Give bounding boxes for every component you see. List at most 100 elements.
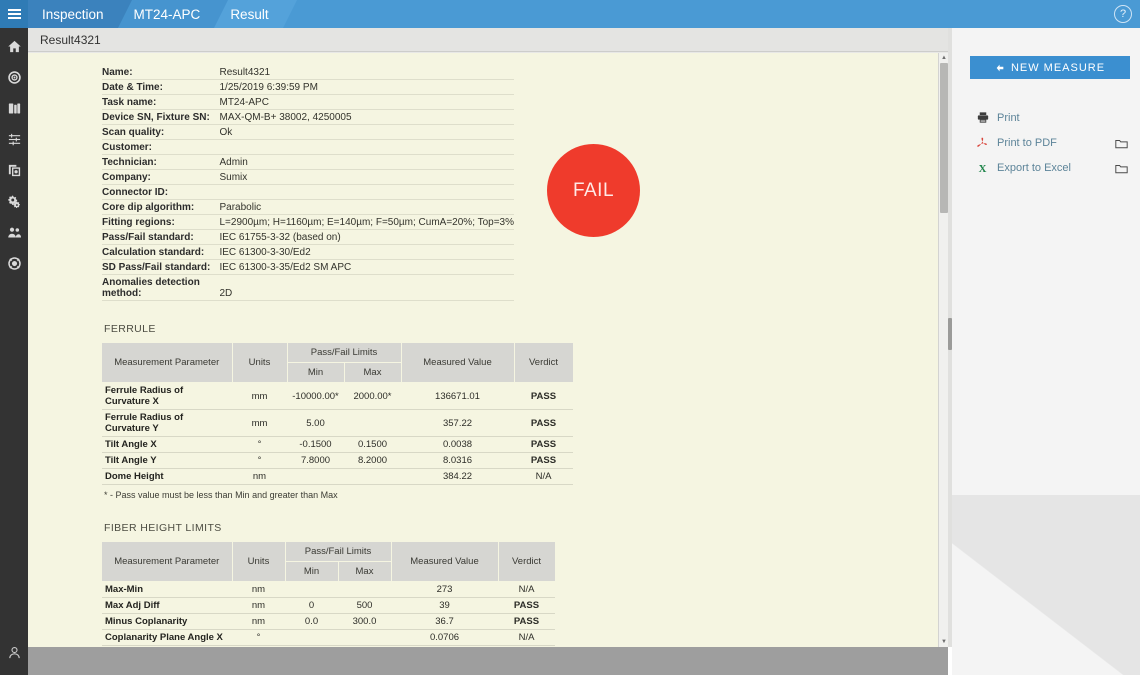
info-row: Date & Time: 1/25/2019 6:39:59 PM bbox=[102, 79, 514, 95]
arrow-left-icon bbox=[996, 64, 1004, 71]
users-icon bbox=[7, 227, 21, 237]
new-measure-label: NEW MEASURE bbox=[1010, 61, 1106, 74]
cell-verdict: PASS bbox=[514, 382, 573, 410]
image-icon bbox=[8, 164, 20, 176]
action-label[interactable]: Print to PDF bbox=[997, 137, 1057, 149]
sidebar-item-support[interactable] bbox=[0, 249, 28, 277]
cell-verdict: N/A bbox=[498, 581, 555, 598]
cell-verdict: PASS bbox=[498, 613, 555, 630]
info-key: Anomalies detection method: bbox=[102, 274, 220, 301]
cell-verdict: PASS bbox=[514, 436, 573, 453]
info-row: Anomalies detection method: 2D bbox=[102, 274, 514, 301]
info-row: Core dip algorithm: Parabolic bbox=[102, 199, 514, 215]
target-icon bbox=[7, 70, 21, 84]
cell-units: nm bbox=[232, 613, 285, 630]
cell-min bbox=[285, 629, 338, 646]
cell-units: ° bbox=[232, 436, 287, 453]
breadcrumb-label: MT24-APC bbox=[133, 6, 201, 22]
excel-icon: X bbox=[976, 160, 993, 175]
col-header-units: Units bbox=[232, 343, 288, 383]
cell-measured: 357.22 bbox=[401, 409, 514, 437]
cell-parameter: Max Adj Diff bbox=[102, 597, 232, 614]
cell-max bbox=[344, 409, 401, 437]
cell-measured: 273 bbox=[391, 581, 498, 598]
cell-units: nm bbox=[232, 597, 285, 614]
action-print-to-pdf[interactable]: Print to PDF bbox=[976, 132, 1140, 153]
cell-max bbox=[344, 468, 401, 485]
action-label[interactable]: Export to Excel bbox=[997, 162, 1071, 174]
table-row: Max Adj Diff nm 0 500 39 PASS bbox=[102, 597, 555, 614]
fiber-height-table: Measurement Parameter Units Pass/Fail Limi… bbox=[102, 542, 556, 647]
cell-verdict: N/A bbox=[498, 629, 555, 646]
info-row: Scan quality: Ok bbox=[102, 124, 514, 140]
help-icon[interactable]: ? bbox=[1114, 5, 1132, 23]
col-header-verdict: Verdict bbox=[498, 542, 556, 582]
sidebar-item-library[interactable] bbox=[0, 94, 28, 122]
sidebar-item-users[interactable] bbox=[0, 218, 28, 246]
menu-button[interactable] bbox=[0, 0, 28, 28]
left-sidebar bbox=[0, 28, 28, 675]
col-header-measured: Measured Value bbox=[391, 542, 499, 582]
corner-watermark bbox=[952, 495, 1140, 675]
col-header-measured: Measured Value bbox=[401, 343, 515, 383]
info-key: Core dip algorithm: bbox=[102, 199, 220, 215]
scrollbar-thumb[interactable] bbox=[940, 63, 948, 213]
breadcrumb-item-mt24apc[interactable]: MT24-APC bbox=[117, 0, 229, 28]
col-header-max: Max bbox=[344, 362, 402, 383]
sidebar-item-account[interactable] bbox=[0, 638, 28, 666]
cell-measured: 36.7 bbox=[391, 613, 498, 630]
info-key: Technician: bbox=[102, 154, 220, 170]
table-row: Ferrule Radius of Curvature Xmm -10000.00… bbox=[102, 382, 573, 410]
sidebar-item-home[interactable] bbox=[0, 32, 28, 60]
vertical-scrollbar[interactable]: ▲ ▼ bbox=[938, 53, 948, 647]
breadcrumb-label: Inspection bbox=[42, 6, 104, 22]
table-row: Coplanarity Plane Angle X ° 0.0706 N/A bbox=[102, 629, 555, 646]
sidebar-item-target[interactable] bbox=[0, 63, 28, 91]
sliders-icon bbox=[8, 133, 20, 145]
info-row: SD Pass/Fail standard: IEC 61300-3-35/Ed2… bbox=[102, 259, 514, 275]
sidebar-item-images[interactable] bbox=[0, 156, 28, 184]
info-value: 2D bbox=[219, 274, 514, 301]
table-row: Tilt Angle Y ° 7.8000 8.2000 8.0316 PASS bbox=[102, 452, 573, 469]
cell-parameter: Coplanarity Plane Angle X bbox=[102, 629, 232, 646]
action-export-to-excel[interactable]: X Export to Excel bbox=[976, 157, 1140, 178]
info-value bbox=[219, 184, 514, 200]
cell-measured: 39 bbox=[391, 597, 498, 614]
info-value: Result4321 bbox=[219, 65, 514, 80]
action-print[interactable]: Print bbox=[976, 107, 1140, 128]
folder-icon[interactable] bbox=[1115, 161, 1128, 174]
action-label[interactable]: Print bbox=[997, 112, 1020, 124]
cell-parameter: Max-Min bbox=[102, 581, 232, 598]
info-value: L=2900µm; H=1160µm; E=140µm; F=50µm; Cum… bbox=[219, 214, 514, 230]
cell-parameter: Minus Coplanarity bbox=[102, 613, 232, 630]
cell-min: 7.8000 bbox=[287, 452, 344, 469]
sidebar-item-configuration[interactable] bbox=[0, 187, 28, 215]
breadcrumb-slant-icon bbox=[117, 0, 132, 28]
content-panel: Result4321 FAIL Name: Result4321 Date & Ti… bbox=[28, 28, 948, 647]
cell-measured: 8.0316 bbox=[401, 452, 514, 469]
cell-units: ° bbox=[232, 452, 287, 469]
cell-measured: 0.0038 bbox=[401, 436, 514, 453]
info-row: Task name: MT24-APC bbox=[102, 94, 514, 110]
lifebuoy-icon bbox=[7, 256, 21, 270]
report-document: FAIL Name: Result4321 Date & Time: 1/25/201… bbox=[28, 53, 938, 647]
cell-parameter: Tilt Angle X bbox=[102, 436, 232, 453]
folder-icon[interactable] bbox=[1115, 136, 1128, 149]
report-info-table: Name: Result4321 Date & Time: 1/25/2019 6:3… bbox=[102, 65, 514, 301]
cell-min bbox=[285, 581, 338, 598]
table-row: Ferrule Radius of Curvature Ymm 5.00 357.2… bbox=[102, 409, 573, 437]
cell-units: mm bbox=[232, 409, 287, 437]
info-row: Calculation standard: IEC 61300-3-30/Ed2 bbox=[102, 244, 514, 260]
cell-max: 0.1500 bbox=[344, 436, 401, 453]
info-row: Customer: bbox=[102, 139, 514, 155]
sidebar-item-sliders[interactable] bbox=[0, 125, 28, 153]
cell-min: -0.1500 bbox=[287, 436, 344, 453]
document-title-bar: Result4321 bbox=[28, 28, 948, 52]
cell-min: -10000.00* bbox=[287, 382, 344, 410]
col-header-min: Min bbox=[285, 561, 339, 582]
document-scroll-area[interactable]: FAIL Name: Result4321 Date & Time: 1/25/201… bbox=[28, 53, 938, 647]
breadcrumb-label: Result bbox=[230, 6, 269, 22]
breadcrumb-item-inspection[interactable]: Inspection bbox=[28, 0, 132, 28]
col-header-min: Min bbox=[287, 362, 345, 383]
new-measure-button[interactable]: NEW MEASURE bbox=[970, 56, 1130, 79]
